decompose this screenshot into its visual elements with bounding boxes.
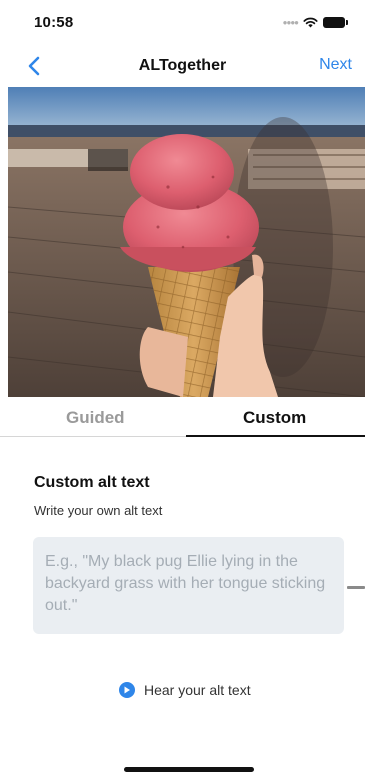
tab-guided[interactable]: Guided xyxy=(66,408,125,428)
page-title: ALTogether xyxy=(138,57,227,74)
hear-alt-text-label: Hear your alt text xyxy=(144,682,251,698)
status-bar: 10:58 ●●●● xyxy=(0,0,365,44)
section-subtitle: Write your own alt text xyxy=(34,503,163,518)
ice-cream-photo xyxy=(8,87,365,397)
tab-selected-underline xyxy=(186,435,365,437)
status-time: 10:58 xyxy=(34,14,74,31)
side-handle[interactable] xyxy=(347,586,365,589)
wifi-icon xyxy=(303,17,318,28)
signal-dots-icon: ●●●● xyxy=(282,17,299,27)
play-circle-icon xyxy=(119,682,135,698)
home-indicator xyxy=(124,767,254,772)
alt-text-mode-tabs: Guided Custom xyxy=(0,397,365,437)
nav-bar: ALTogether Next xyxy=(0,44,365,86)
next-button[interactable]: Next xyxy=(319,56,352,74)
tab-custom[interactable]: Custom xyxy=(243,408,306,428)
battery-icon xyxy=(323,17,348,28)
custom-alt-text-input[interactable] xyxy=(33,537,344,634)
section-title: Custom alt text xyxy=(34,474,150,491)
hear-alt-text-button[interactable]: Hear your alt text xyxy=(119,682,251,698)
status-icons: ●●●● xyxy=(282,17,348,28)
